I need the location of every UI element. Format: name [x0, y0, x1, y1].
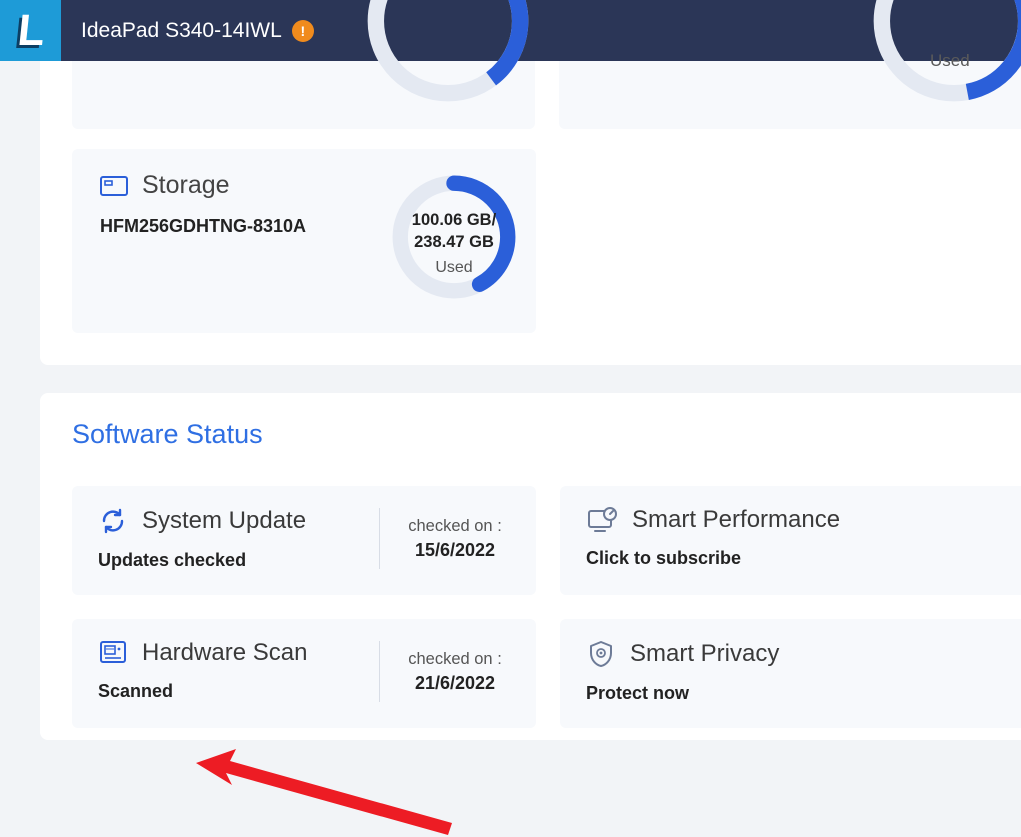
hardware-scan-status: Scanned	[98, 681, 359, 702]
progress-ring: Used	[872, 0, 1021, 103]
card-hardware-scan[interactable]: Hardware Scan Scanned checked on : 21/6/…	[72, 619, 536, 728]
used-label: Used	[390, 259, 518, 277]
alert-icon[interactable]: !	[292, 20, 314, 42]
hardware-card-cpu[interactable]	[72, 61, 535, 129]
progress-ring	[366, 0, 530, 103]
shield-icon	[586, 639, 616, 669]
hardware-scan-title: Hardware Scan	[142, 639, 307, 667]
checked-date: 15/6/2022	[400, 540, 510, 561]
storage-progress-ring: 100.06 GB/ 238.47 GB Used	[390, 173, 518, 301]
divider	[379, 641, 380, 702]
checked-label: checked on :	[400, 517, 510, 536]
performance-icon	[586, 506, 618, 534]
smart-performance-title: Smart Performance	[632, 506, 840, 534]
app-logo[interactable]: L	[0, 0, 61, 61]
smart-privacy-status: Protect now	[586, 683, 996, 704]
checked-label: checked on :	[400, 650, 510, 669]
logo-letter: L	[15, 6, 45, 56]
alert-symbol: !	[300, 23, 305, 39]
software-status-title: Software Status	[72, 419, 1021, 450]
storage-icon	[100, 176, 128, 196]
motherboard-icon	[98, 639, 128, 667]
annotation-arrow	[196, 749, 456, 837]
card-system-update[interactable]: System Update Updates checked checked on…	[72, 486, 536, 595]
storage-title: Storage	[142, 171, 230, 200]
storage-values: 100.06 GB/ 238.47 GB	[390, 209, 518, 254]
device-name: IdeaPad S340-14IWL	[81, 19, 282, 43]
storage-total: 238.47 GB	[414, 233, 494, 251]
card-smart-privacy[interactable]: Smart Privacy Protect now	[560, 619, 1021, 728]
system-update-title: System Update	[142, 507, 306, 535]
storage-used: 100.06 GB/	[412, 211, 496, 229]
card-smart-performance[interactable]: Smart Performance Click to subscribe	[560, 486, 1021, 595]
used-label: Used	[930, 51, 1000, 71]
refresh-icon	[98, 506, 128, 536]
system-update-meta: checked on : 15/6/2022	[400, 506, 510, 571]
hardware-card-storage[interactable]: Storage HFM256GDHTNG-8310A 100.06 GB/ 23…	[72, 149, 536, 333]
system-update-status: Updates checked	[98, 550, 359, 571]
hardware-scan-meta: checked on : 21/6/2022	[400, 639, 510, 704]
smart-performance-status: Click to subscribe	[586, 548, 996, 569]
software-status-section: Software Status System Update	[40, 393, 1021, 740]
checked-date: 21/6/2022	[400, 673, 510, 694]
hardware-card-memory[interactable]: Used	[559, 61, 1021, 129]
hardware-status-section: Used Storage HFM256GDHTNG-8310A 100.06	[40, 61, 1021, 365]
divider	[379, 508, 380, 569]
smart-privacy-title: Smart Privacy	[630, 640, 779, 668]
